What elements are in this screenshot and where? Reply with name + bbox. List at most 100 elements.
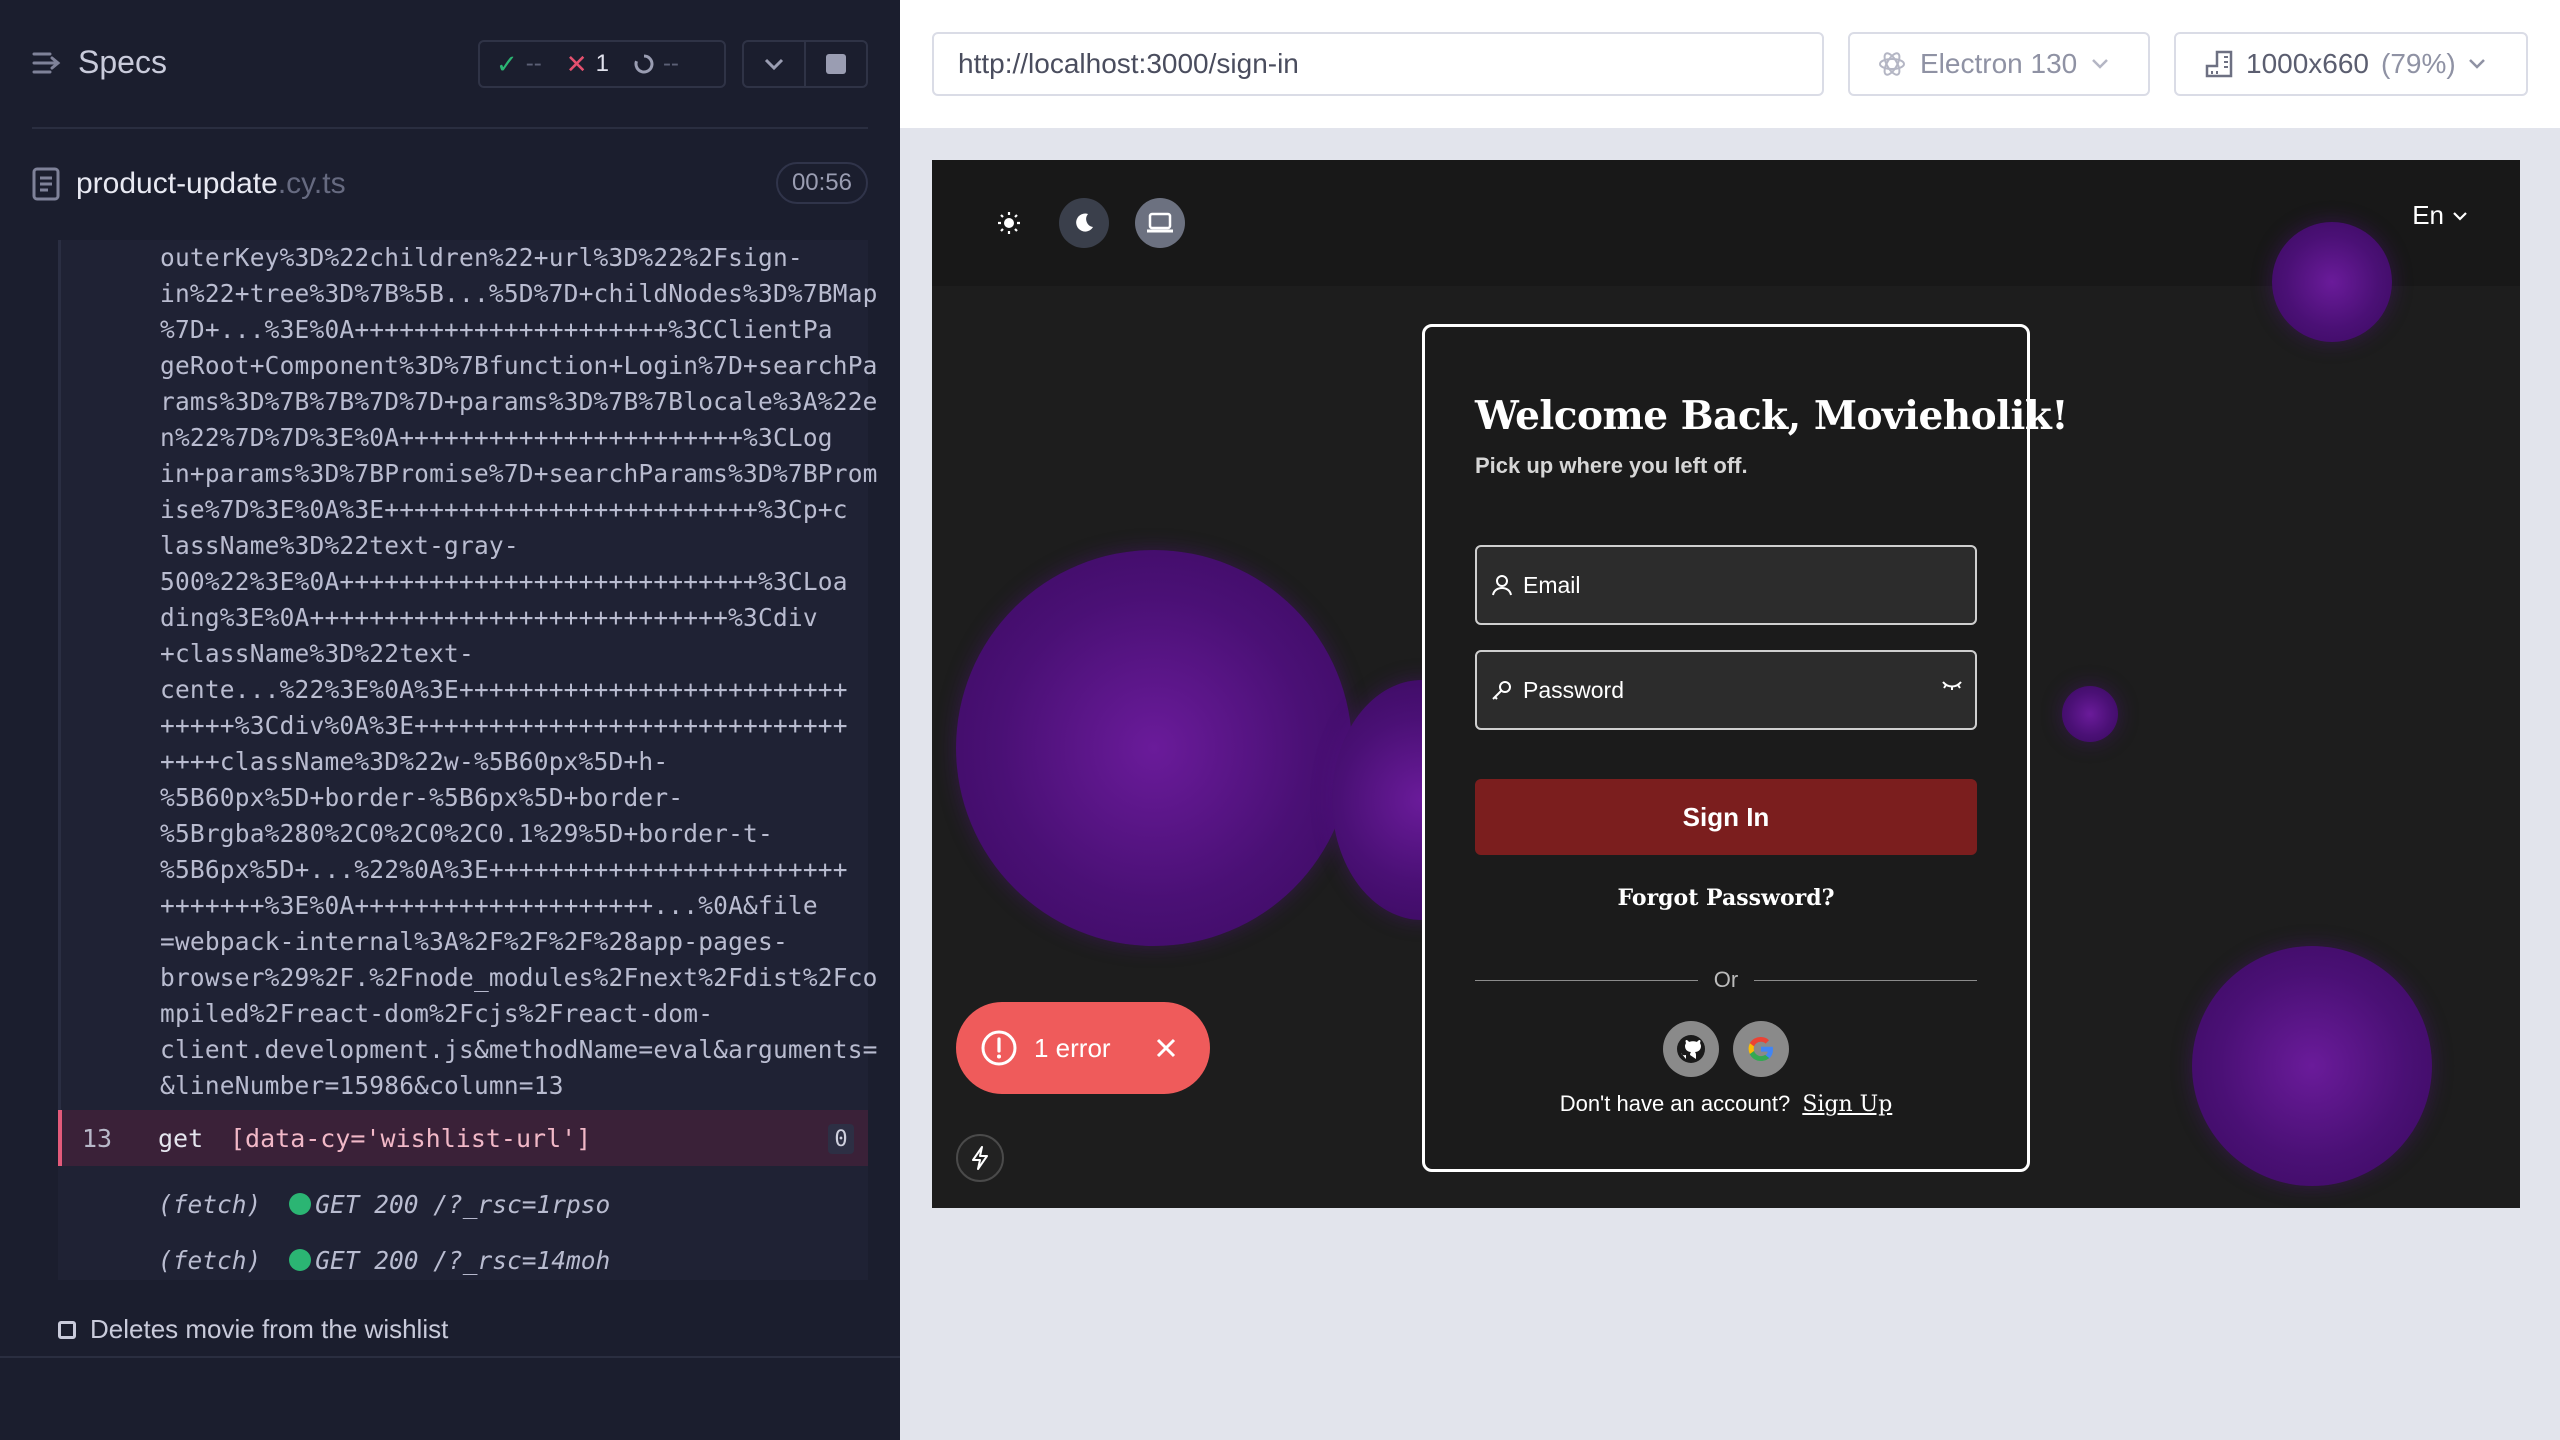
error-message-line: %5B60px%5D+border-%5B6px%5D+border-	[160, 783, 684, 812]
command-number: 13	[82, 1123, 113, 1153]
divider-line	[1475, 979, 1698, 981]
google-login-button[interactable]	[1733, 1021, 1789, 1077]
error-message-text: outerKey%3D%22children%22+url%3D%22%2Fsi…	[160, 240, 878, 1104]
error-toast[interactable]: 1 error	[956, 1002, 1210, 1094]
fetch-label: (fetch)	[158, 1245, 262, 1275]
sign-up-link[interactable]: Sign Up	[1802, 1092, 1892, 1117]
fetch-label: (fetch)	[158, 1189, 262, 1219]
viewport-size: 1000x660	[2246, 48, 2370, 79]
no-account-text: Don't have an account?	[1559, 1091, 1791, 1116]
key-icon	[1492, 681, 1511, 700]
error-message-line: in+params%3D%7BPromise%7D+searchParams%3…	[160, 459, 878, 488]
document-icon	[32, 167, 60, 201]
bottom-divider	[0, 1356, 900, 1358]
error-message-line: client.development.js&methodName=eval&ar…	[160, 1035, 878, 1064]
github-icon	[1677, 1035, 1705, 1063]
chevron-down-icon	[2468, 59, 2485, 69]
sun-icon	[998, 212, 1020, 234]
passed-stat: ✓ --	[496, 49, 542, 80]
language-label: En	[2412, 200, 2444, 230]
error-message-line: lassName%3D%22text-gray-	[160, 531, 519, 560]
test-stats: ✓ -- ✕ 1 --	[478, 40, 726, 88]
command-message: [data-cy='wishlist-url']	[230, 1123, 592, 1153]
specs-label: Specs	[78, 44, 167, 80]
email-placeholder: Email	[1523, 571, 1581, 598]
error-message-line: +++++%3Cdiv%0A%3E+++++++++++++++++++++++…	[160, 711, 848, 740]
moon-icon	[1076, 213, 1093, 232]
page-subtitle: Pick up where you left off.	[1475, 453, 1748, 478]
error-message-line: ++++className%3D%22w-%5B60px%5D+h-	[160, 747, 669, 776]
specs-toggle-button[interactable]: Specs	[32, 44, 167, 81]
app-under-test: En Welcome Back, Movieholik! Pick up whe…	[932, 160, 2520, 1208]
run-controls	[742, 40, 868, 88]
pending-icon	[634, 54, 654, 74]
error-message-line: %5B6px%5D+...%22%0A%3E++++++++++++++++++…	[160, 855, 848, 884]
viewport-selector[interactable]: 1000x660 (79%)	[2174, 32, 2528, 96]
spec-file-row[interactable]: product-update .cy.ts 00:56	[32, 160, 868, 208]
page-title: Welcome Back, Movieholik!	[1475, 393, 2068, 439]
decorative-orb	[2192, 946, 2432, 1186]
command-row-get[interactable]: 13 get [data-cy='wishlist-url'] 0	[58, 1110, 868, 1166]
failed-stat: ✕ 1	[566, 49, 609, 80]
decorative-orb	[2062, 686, 2118, 742]
lightning-icon	[972, 1146, 988, 1170]
status-dot-icon	[289, 1193, 312, 1215]
error-message-line: outerKey%3D%22children%22+url%3D%22%2Fsi…	[160, 243, 803, 272]
dark-theme-button[interactable]	[1059, 198, 1109, 248]
spec-file-ext: .cy.ts	[277, 167, 346, 200]
header-divider	[32, 127, 868, 129]
error-message-line: geRoot+Component%3D%7Bfunction+Login%7D+…	[160, 351, 878, 380]
command-log: outerKey%3D%22children%22+url%3D%22%2Fsi…	[58, 240, 878, 1280]
collapse-all-button[interactable]	[744, 42, 804, 86]
fetch-row[interactable]: (fetch) GET 200 /?_rsc=1rpso	[158, 1184, 610, 1224]
error-message-line: rams%3D%7B%7B%7D%7D+params%3D%7B%7Blocal…	[160, 387, 878, 416]
light-theme-button[interactable]	[984, 198, 1034, 248]
sign-in-button[interactable]: Sign In	[1475, 779, 1977, 855]
or-divider: Or	[1475, 967, 1978, 993]
url-bar[interactable]: http://localhost:3000/sign-in	[932, 32, 1824, 96]
alert-circle-icon	[981, 1030, 1017, 1066]
error-message-line: &lineNumber=15986&column=13	[160, 1071, 564, 1100]
error-message-line: cente...%22%3E%0A%3E++++++++++++++++++++…	[160, 675, 848, 704]
error-count: 1 error	[1034, 1032, 1111, 1063]
status-dot-icon	[289, 1249, 312, 1271]
command-name: get	[158, 1123, 204, 1153]
spec-file-name: product-update	[76, 167, 278, 200]
close-icon[interactable]	[1155, 1037, 1177, 1059]
error-message-line: mpiled%2Freact-dom%2Fcjs%2Freact-dom-	[160, 999, 714, 1028]
fetch-row[interactable]: (fetch) GET 200 /?_rsc=14moh	[158, 1240, 610, 1280]
fetch-message: GET 200 /?_rsc=1rpso	[315, 1189, 611, 1219]
error-message-line: ding%3E%0A++++++++++++++++++++++++++++%3…	[160, 603, 818, 632]
language-selector[interactable]: En	[2412, 200, 2468, 231]
x-icon: ✕	[565, 48, 588, 79]
stop-button[interactable]	[804, 42, 866, 86]
error-message-line: n%22%7D%7D%3E%0A+++++++++++++++++++++++%…	[160, 423, 833, 452]
reporter-header: Specs ✓ -- ✕ 1 --	[0, 0, 900, 130]
error-message-line: in%22+tree%3D%7B%5B...%5D%7D+childNodes%…	[160, 279, 878, 308]
email-field[interactable]: Email	[1475, 545, 1977, 625]
pending-stat: --	[633, 50, 679, 78]
social-logins	[1663, 1021, 1789, 1077]
or-label: Or	[1713, 967, 1739, 992]
forgot-password-link[interactable]: Forgot Password?	[1425, 885, 2027, 911]
dev-tools-button[interactable]	[956, 1134, 1004, 1182]
github-login-button[interactable]	[1663, 1021, 1719, 1077]
password-placeholder: Password	[1523, 676, 1624, 703]
user-icon	[1492, 575, 1512, 596]
zoom-level: (79%)	[2381, 48, 2456, 79]
test-status-icon	[58, 1320, 76, 1339]
test-item[interactable]: Deletes movie from the wishlist	[58, 1314, 448, 1345]
eye-closed-icon[interactable]	[1941, 678, 1963, 692]
aut-header: http://localhost:3000/sign-in Electron 1…	[900, 0, 2560, 128]
chevron-down-icon	[764, 58, 784, 71]
fetch-message: GET 200 /?_rsc=14moh	[315, 1245, 611, 1275]
spec-duration: 00:56	[775, 162, 868, 204]
error-message-line: +++++++%3E%0A++++++++++++++++++++...%0A&…	[160, 891, 818, 920]
system-theme-button[interactable]	[1135, 198, 1185, 248]
sign-in-card: Welcome Back, Movieholik! Pick up where …	[1422, 324, 2068, 1172]
specs-list-icon	[32, 52, 61, 73]
browser-selector[interactable]: Electron 130	[1848, 32, 2150, 96]
electron-icon	[1879, 52, 1905, 76]
error-message-line: ise%7D%3E%0A%3E+++++++++++++++++++++++++…	[160, 495, 848, 524]
password-field[interactable]: Password	[1475, 650, 1977, 730]
